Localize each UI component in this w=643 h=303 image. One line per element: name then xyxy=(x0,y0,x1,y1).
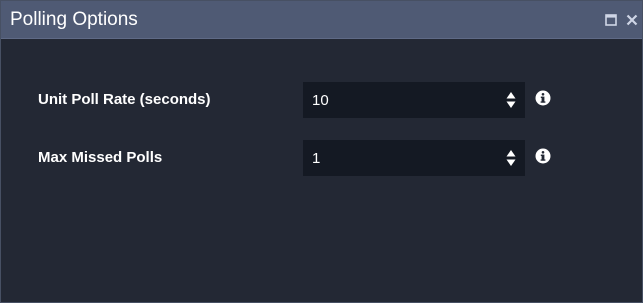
unit-poll-rate-input[interactable]: 10 xyxy=(303,82,525,118)
info-icon[interactable] xyxy=(535,90,551,106)
unit-poll-rate-label: Unit Poll Rate (seconds) xyxy=(38,91,211,108)
window-controls xyxy=(605,11,638,29)
unit-poll-rate-value[interactable]: 10 xyxy=(312,92,329,109)
max-missed-polls-input[interactable]: 1 xyxy=(303,140,525,176)
field-row-max-missed-polls: Max Missed Polls 1 xyxy=(1,140,642,176)
max-missed-polls-label: Max Missed Polls xyxy=(38,149,163,166)
up-down-arrows-icon[interactable] xyxy=(506,91,516,109)
window-content: Unit Poll Rate (seconds) 10 Max Missed P… xyxy=(1,39,642,302)
unit-poll-rate-stepper[interactable] xyxy=(498,83,524,117)
up-down-arrows-icon[interactable] xyxy=(506,149,516,167)
info-icon[interactable] xyxy=(535,148,551,164)
max-missed-polls-value[interactable]: 1 xyxy=(312,150,320,167)
window-titlebar[interactable]: Polling Options xyxy=(1,1,642,39)
window-title: Polling Options xyxy=(10,9,138,30)
polling-options-window: Polling Options Unit Poll Rate (seconds)… xyxy=(0,0,643,303)
close-icon[interactable] xyxy=(626,14,638,26)
field-row-unit-poll-rate: Unit Poll Rate (seconds) 10 xyxy=(1,82,642,118)
max-missed-polls-stepper[interactable] xyxy=(498,141,524,175)
maximize-icon[interactable] xyxy=(605,14,617,26)
